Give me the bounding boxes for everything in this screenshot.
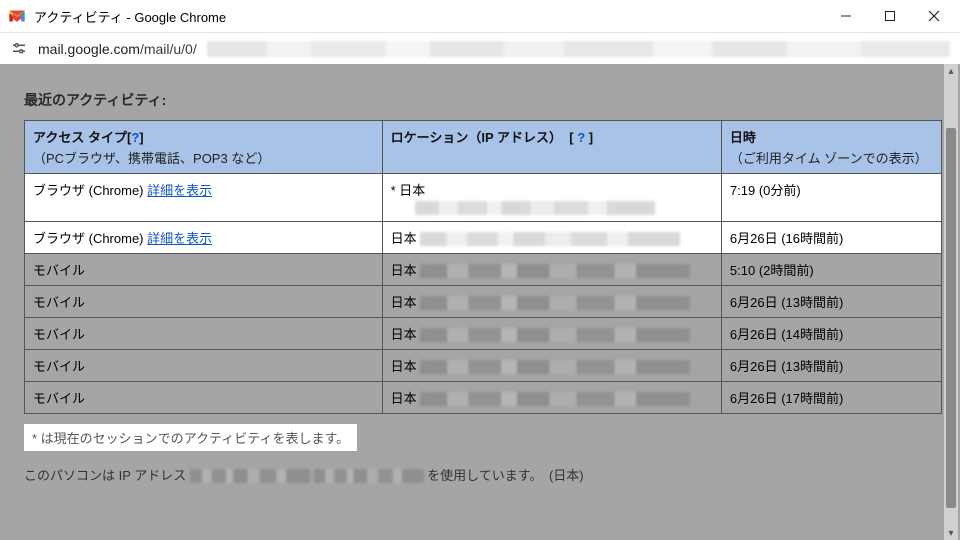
url-host: mail.google.com xyxy=(38,41,140,57)
scroll-down-icon[interactable]: ▾ xyxy=(944,526,958,540)
vertical-scrollbar[interactable]: ▴ ▾ xyxy=(944,64,958,540)
cell-access-type: モバイル xyxy=(25,381,383,413)
cell-location: 日本 xyxy=(382,253,721,285)
cell-datetime: 5:10 (2時間前) xyxy=(721,253,941,285)
activity-table: アクセス タイプ[?] （PCブラウザ、携帯電話、POP3 など） ロケーション… xyxy=(24,120,942,414)
col-access-type: アクセス タイプ[?] （PCブラウザ、携帯電話、POP3 など） xyxy=(25,121,383,174)
cell-location: 日本 xyxy=(382,381,721,413)
cell-datetime: 6月26日 (13時間前) xyxy=(721,349,941,381)
section-heading: 最近のアクティビティ: xyxy=(24,90,942,110)
cell-access-type: モバイル xyxy=(25,253,383,285)
window-title: アクティビティ - Google Chrome xyxy=(34,7,226,26)
help-location[interactable]: ? xyxy=(577,130,585,145)
ip-address-line: このパソコンは IP アドレス を使用しています。 (日本) xyxy=(24,465,942,484)
url-path: /mail/u/0/ xyxy=(140,41,197,57)
cell-access-type: ブラウザ (Chrome) 詳細を表示 xyxy=(25,221,383,253)
site-settings-icon[interactable] xyxy=(10,40,28,58)
window-controls xyxy=(824,1,956,31)
page-viewport: 最近のアクティビティ: アクセス タイプ[?] （PCブラウザ、携帯電話、POP… xyxy=(0,64,960,540)
scroll-thumb[interactable] xyxy=(946,128,956,508)
table-row: モバイル日本 6月26日 (14時間前) xyxy=(25,317,942,349)
col-datetime: 日時 （ご利用タイム ゾーンでの表示） xyxy=(721,121,941,174)
cell-access-type: モバイル xyxy=(25,349,383,381)
location-redacted xyxy=(420,296,690,310)
table-row: モバイル日本 5:10 (2時間前) xyxy=(25,253,942,285)
table-row: モバイル日本 6月26日 (13時間前) xyxy=(25,349,942,381)
cell-access-type: モバイル xyxy=(25,317,383,349)
table-row: ブラウザ (Chrome) 詳細を表示* 日本7:19 (0分前) xyxy=(25,174,942,222)
table-header-row: アクセス タイプ[?] （PCブラウザ、携帯電話、POP3 など） ロケーション… xyxy=(25,121,942,174)
location-redacted xyxy=(420,264,690,278)
cell-datetime: 6月26日 (13時間前) xyxy=(721,285,941,317)
current-session-footnote: * は現在のセッションでのアクティビティを表します。 xyxy=(24,424,357,451)
url-redacted xyxy=(207,41,950,57)
url-display[interactable]: mail.google.com/mail/u/0/ xyxy=(38,41,197,57)
cell-datetime: 6月26日 (14時間前) xyxy=(721,317,941,349)
close-button[interactable] xyxy=(912,1,956,31)
table-row: モバイル日本 6月26日 (13時間前) xyxy=(25,285,942,317)
cell-access-type: モバイル xyxy=(25,285,383,317)
cell-datetime: 7:19 (0分前) xyxy=(721,174,941,222)
show-details-link[interactable]: 詳細を表示 xyxy=(147,231,212,246)
location-redacted xyxy=(415,201,655,215)
table-row: モバイル日本 6月26日 (17時間前) xyxy=(25,381,942,413)
table-row: ブラウザ (Chrome) 詳細を表示日本 6月26日 (16時間前) xyxy=(25,221,942,253)
ip-redacted xyxy=(190,469,310,483)
cell-location: * 日本 xyxy=(382,174,721,222)
gmail-icon xyxy=(8,9,26,23)
location-redacted xyxy=(420,232,680,246)
address-bar: mail.google.com/mail/u/0/ xyxy=(0,32,960,64)
help-access-type[interactable]: ? xyxy=(131,130,139,145)
show-details-link[interactable]: 詳細を表示 xyxy=(147,183,212,198)
cell-location: 日本 xyxy=(382,221,721,253)
col-location: ロケーション（IP アドレス） [ ? ] xyxy=(382,121,721,174)
cell-location: 日本 xyxy=(382,285,721,317)
cell-datetime: 6月26日 (17時間前) xyxy=(721,381,941,413)
minimize-button[interactable] xyxy=(824,1,868,31)
maximize-button[interactable] xyxy=(868,1,912,31)
location-redacted xyxy=(420,360,690,374)
location-redacted xyxy=(420,328,690,342)
location-redacted xyxy=(420,392,690,406)
cell-access-type: ブラウザ (Chrome) 詳細を表示 xyxy=(25,174,383,222)
scroll-up-icon[interactable]: ▴ xyxy=(944,64,958,78)
window-titlebar: アクティビティ - Google Chrome xyxy=(0,0,960,32)
cell-datetime: 6月26日 (16時間前) xyxy=(721,221,941,253)
cell-location: 日本 xyxy=(382,349,721,381)
ip-redacted xyxy=(314,469,424,483)
cell-location: 日本 xyxy=(382,317,721,349)
